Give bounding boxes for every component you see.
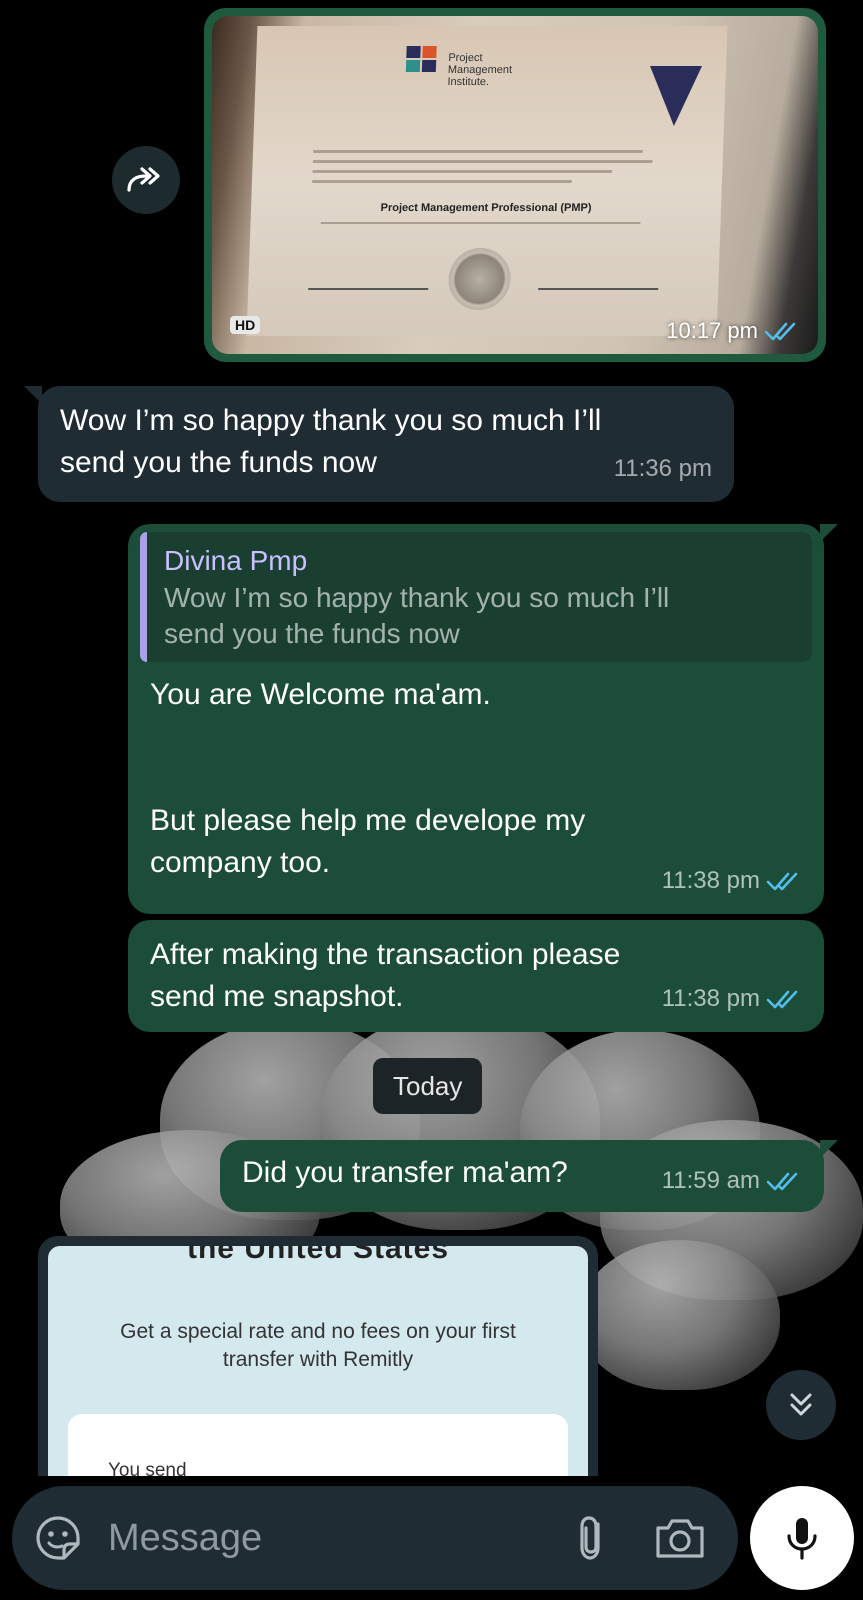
screenshot-heading: the United States — [186, 1246, 450, 1265]
certificate-org: Project Management Institute. — [447, 52, 513, 88]
message-text: But please help me develope my — [150, 804, 586, 837]
incoming-image-message[interactable]: the United States Get a special rate and… — [38, 1236, 598, 1476]
double-chevron-down-icon — [790, 1393, 812, 1416]
message-text: You are Welcome ma'am. — [150, 678, 491, 711]
double-check-icon — [766, 990, 798, 1009]
message-time: 11:36 pm — [613, 455, 712, 482]
outgoing-message[interactable]: After making the transaction please send… — [128, 920, 824, 1032]
forward-icon — [127, 167, 160, 192]
incoming-message[interactable]: Wow I’m so happy thank you so much I’ll … — [24, 386, 734, 502]
certificate-title: Project Management Professional (PMP) — [380, 202, 592, 214]
message-text: Wow I’m so happy thank you so much I’ll — [60, 404, 602, 437]
paperclip-icon[interactable] — [564, 1510, 620, 1566]
pmi-logo — [405, 46, 443, 76]
quoted-reply[interactable]: Divina Pmp Wow I’m so happy thank you so… — [140, 532, 812, 662]
image-message[interactable]: Project Management Institute. Project Ma… — [204, 8, 826, 362]
outgoing-message[interactable]: Did you transfer ma'am? 11:59 am — [220, 1140, 838, 1212]
message-composer — [12, 1486, 738, 1590]
date-separator: Today — [373, 1058, 483, 1114]
remitly-screenshot[interactable]: the United States Get a special rate and… — [48, 1246, 588, 1476]
certificate-photo[interactable]: Project Management Institute. Project Ma… — [212, 16, 818, 354]
double-check-icon — [764, 322, 796, 341]
screenshot-amount-card: You send — [68, 1414, 568, 1476]
screenshot-promo-text: Get a special rate and no fees on your f… — [120, 1320, 516, 1371]
certificate: Project Management Institute. Project Ma… — [246, 26, 728, 336]
screenshot-field-label: You send — [108, 1460, 187, 1476]
message-time: 11:59 am — [662, 1160, 802, 1202]
microphone-button[interactable] — [750, 1486, 854, 1590]
hd-badge: HD — [230, 316, 261, 334]
quoted-text: Wow I’m so happy thank you so much I’ll — [164, 582, 670, 613]
message-text: After making the transaction please — [150, 938, 621, 971]
message-input[interactable] — [108, 1508, 528, 1568]
quoted-sender-name: Divina Pmp — [164, 545, 308, 576]
certificate-emblem — [647, 66, 703, 126]
double-check-icon — [766, 872, 798, 891]
quote-accent-bar — [140, 532, 147, 662]
microphone-icon — [787, 1518, 817, 1560]
message-time: 11:38 pm — [662, 978, 802, 1020]
scroll-to-bottom-button[interactable] — [766, 1370, 836, 1440]
quoted-text: send you the funds now — [164, 618, 460, 649]
certificate-seal — [447, 248, 512, 310]
double-check-icon — [766, 1172, 798, 1191]
message-time: 10:17 pm — [666, 318, 800, 344]
outgoing-message[interactable]: Divina Pmp Wow I’m so happy thank you so… — [128, 524, 838, 914]
message-time: 11:38 pm — [662, 860, 802, 902]
forward-button[interactable] — [112, 146, 180, 214]
sticker-icon[interactable] — [34, 1514, 82, 1562]
camera-icon[interactable] — [650, 1510, 710, 1566]
